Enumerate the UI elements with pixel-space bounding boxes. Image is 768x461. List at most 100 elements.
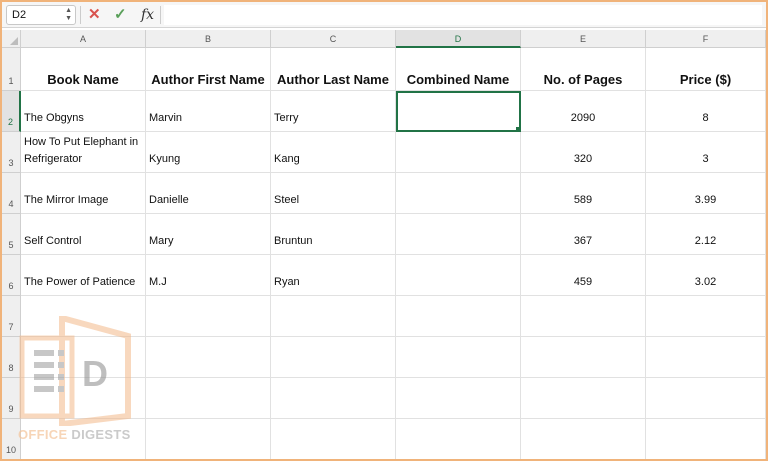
cell-c5[interactable]: Bruntun — [271, 214, 396, 255]
row-number: 4 — [8, 199, 14, 209]
watermark-brand: OFFICE DIGESTS — [18, 427, 131, 442]
row-number: 5 — [8, 240, 14, 250]
row-header-3[interactable]: 3 — [2, 132, 21, 173]
row-number: 10 — [5, 445, 16, 455]
cell-c6[interactable]: Ryan — [271, 255, 396, 296]
row-header-7[interactable]: 7 — [2, 296, 21, 337]
cell-d4[interactable] — [396, 173, 521, 214]
cell-c2[interactable]: Terry — [271, 91, 396, 132]
cell-a8[interactable] — [21, 337, 146, 378]
cell-e4[interactable]: 589 — [521, 173, 646, 214]
row-header-5[interactable]: 5 — [2, 214, 21, 255]
name-box[interactable]: D2 ▲ ▼ — [6, 5, 76, 25]
cell-f5[interactable]: 2.12 — [646, 214, 766, 255]
column-title-cell[interactable]: No. of Pages — [521, 48, 646, 91]
cell-a5[interactable]: Self Control — [21, 214, 146, 255]
cell-e5[interactable]: 367 — [521, 214, 646, 255]
column-title-cell[interactable]: Combined Name — [396, 48, 521, 91]
cell-a6[interactable]: The Power of Patience — [21, 255, 146, 296]
cell-f4[interactable]: 3.99 — [646, 173, 766, 214]
cell-c10[interactable] — [271, 419, 396, 459]
cell-c8[interactable] — [271, 337, 396, 378]
cell-e2[interactable]: 2090 — [521, 91, 646, 132]
column-header-f[interactable]: F — [646, 30, 766, 48]
column-title-cell[interactable]: Author Last Name — [271, 48, 396, 91]
cell-d2[interactable] — [396, 91, 521, 132]
watermark-brand-second: DIGESTS — [71, 427, 131, 442]
cell-a3[interactable]: How To Put Elephant in Refrigerator — [21, 132, 146, 173]
cell-b5[interactable]: Mary — [146, 214, 271, 255]
cell-b10[interactable] — [146, 419, 271, 459]
cell-b2[interactable]: Marvin — [146, 91, 271, 132]
column-header-a[interactable]: A — [21, 30, 146, 48]
cell-b6[interactable]: M.J — [146, 255, 271, 296]
row-header-2[interactable]: 2 — [2, 91, 21, 132]
cell-d10[interactable] — [396, 419, 521, 459]
row-number: 8 — [8, 363, 14, 373]
column-header-d[interactable]: D — [396, 30, 521, 48]
formula-bar: D2 ▲ ▼ ✕ ✓ fx — [2, 2, 766, 28]
column-header-c[interactable]: C — [271, 30, 396, 48]
row-header-1[interactable]: 1 — [2, 48, 21, 91]
row-number: 9 — [8, 404, 14, 414]
row-number: 2 — [7, 117, 13, 127]
cell-b9[interactable] — [146, 378, 271, 419]
cell-d9[interactable] — [396, 378, 521, 419]
cell-e10[interactable] — [521, 419, 646, 459]
cell-b4[interactable]: Danielle — [146, 173, 271, 214]
insert-function-icon[interactable]: fx — [141, 5, 154, 25]
row-number: 7 — [8, 322, 14, 332]
spreadsheet-window: D2 ▲ ▼ ✕ ✓ fx A B C D E F 1 2 3 4 5 6 7 8 9 10 Book Name A… — [0, 0, 768, 461]
select-all-corner[interactable] — [2, 30, 21, 48]
column-header-e[interactable]: E — [521, 30, 646, 48]
name-box-value: D2 — [12, 9, 27, 21]
cell-c9[interactable] — [271, 378, 396, 419]
column-title-cell[interactable]: Book Name — [21, 48, 146, 91]
column-title-cell[interactable]: Author First Name — [146, 48, 271, 91]
cell-d5[interactable] — [396, 214, 521, 255]
row-header-6[interactable]: 6 — [2, 255, 21, 296]
name-box-stepper-icon[interactable]: ▲ ▼ — [65, 7, 72, 23]
cell-e6[interactable]: 459 — [521, 255, 646, 296]
cell-b7[interactable] — [146, 296, 271, 337]
cell-e9[interactable] — [521, 378, 646, 419]
row-header-9[interactable]: 9 — [2, 378, 21, 419]
cell-c7[interactable] — [271, 296, 396, 337]
row-header-4[interactable]: 4 — [2, 173, 21, 214]
cell-a2[interactable]: The Obgyns — [21, 91, 146, 132]
cell-f8[interactable] — [646, 337, 766, 378]
cell-f9[interactable] — [646, 378, 766, 419]
cell-grid: A B C D E F 1 2 3 4 5 6 7 8 9 10 Book Name Author First N… — [2, 30, 766, 459]
cell-d7[interactable] — [396, 296, 521, 337]
cancel-icon[interactable]: ✕ — [88, 5, 101, 25]
cell-d3[interactable] — [396, 132, 521, 173]
cell-f6[interactable]: 3.02 — [646, 255, 766, 296]
row-header-8[interactable]: 8 — [2, 337, 21, 378]
cell-e7[interactable] — [521, 296, 646, 337]
cell-e3[interactable]: 320 — [521, 132, 646, 173]
watermark-brand-first: OFFICE — [18, 427, 68, 442]
cell-d8[interactable] — [396, 337, 521, 378]
enter-icon[interactable]: ✓ — [114, 5, 127, 25]
column-title-cell[interactable]: Price ($) — [646, 48, 766, 91]
column-header-b[interactable]: B — [146, 30, 271, 48]
cell-b3[interactable]: Kyung — [146, 132, 271, 173]
formula-input[interactable] — [164, 5, 762, 25]
cell-d6[interactable] — [396, 255, 521, 296]
row-number: 1 — [8, 76, 14, 86]
cell-e8[interactable] — [521, 337, 646, 378]
cell-f7[interactable] — [646, 296, 766, 337]
cell-a4[interactable]: The Mirror Image — [21, 173, 146, 214]
cell-f10[interactable] — [646, 419, 766, 459]
divider — [160, 6, 161, 24]
cell-a9[interactable] — [21, 378, 146, 419]
cell-f2[interactable]: 8 — [646, 91, 766, 132]
cell-a7[interactable] — [21, 296, 146, 337]
divider — [80, 6, 81, 24]
row-number: 6 — [8, 281, 14, 291]
cell-c4[interactable]: Steel — [271, 173, 396, 214]
cell-c3[interactable]: Kang — [271, 132, 396, 173]
cell-b8[interactable] — [146, 337, 271, 378]
row-number: 3 — [8, 158, 14, 168]
cell-f3[interactable]: 3 — [646, 132, 766, 173]
